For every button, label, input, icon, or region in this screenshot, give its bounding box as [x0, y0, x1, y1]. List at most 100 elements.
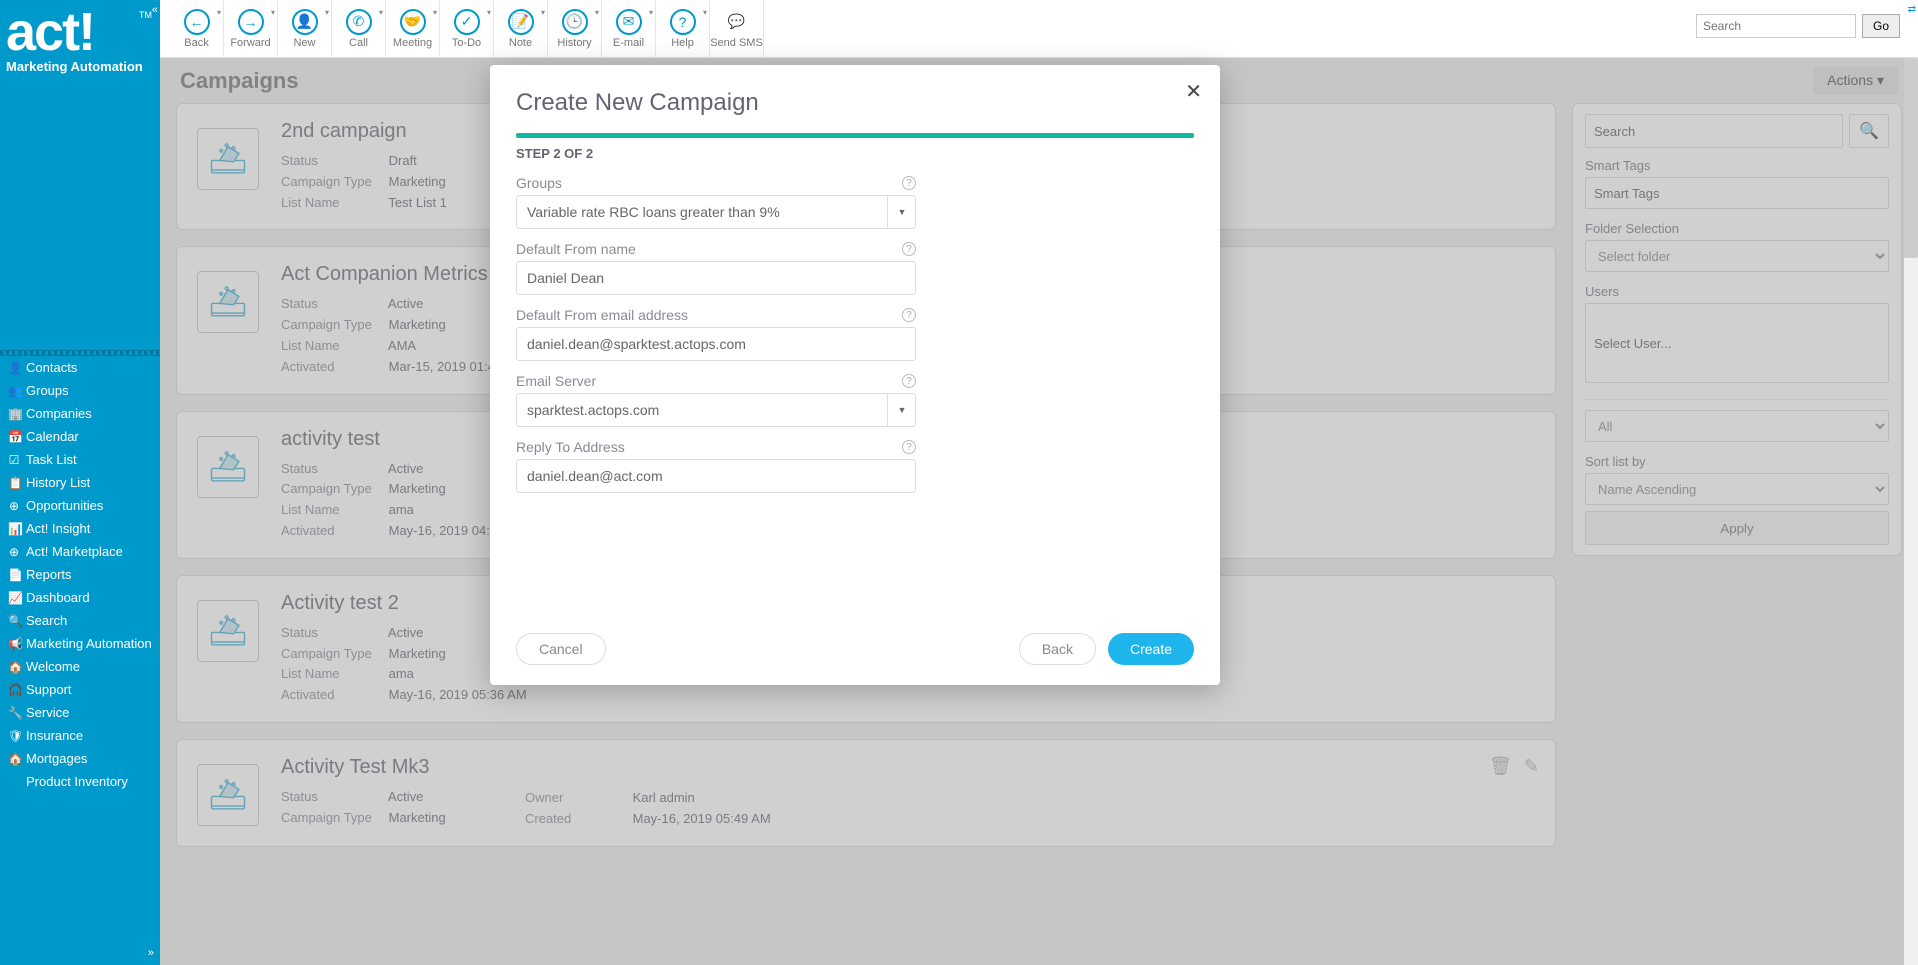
nav-item-product-inventory[interactable]: Product Inventory — [0, 770, 160, 793]
dropdown-icon: ▾ — [703, 8, 707, 17]
toolbar-toggle-icon[interactable]: ⇄ — [1908, 4, 1916, 15]
nav-item-mortgages[interactable]: 🏠 Mortgages — [0, 747, 160, 770]
scrollbar-thumb[interactable] — [1904, 58, 1918, 258]
toolbar-label: History — [557, 37, 591, 49]
cancel-button[interactable]: Cancel — [516, 633, 606, 665]
toolbar-forward[interactable]: →Forward▾ — [224, 0, 278, 58]
help-icon[interactable]: ? — [902, 308, 916, 322]
nav-label: Marketing Automation — [26, 636, 152, 651]
back-icon: ← — [184, 9, 210, 35]
toolbar-to-do[interactable]: ✓To-Do▾ — [440, 0, 494, 58]
nav-item-reports[interactable]: 📄Reports — [0, 563, 160, 586]
nav-icon: 📊 — [8, 522, 20, 536]
nav-icon: 📈 — [8, 591, 20, 605]
groups-label: Groups — [516, 175, 562, 191]
toolbar-send-sms[interactable]: 💬Send SMS — [710, 0, 764, 58]
toolbar-meeting[interactable]: 🤝Meeting▾ — [386, 0, 440, 58]
global-search-input[interactable] — [1696, 14, 1856, 38]
nav-list: 👤Contacts 👥 Groups 🏢 Companies 📅 Calendar ☑Task… — [0, 356, 160, 793]
go-button[interactable]: Go — [1862, 14, 1900, 38]
nav-item-companies[interactable]: 🏢 Companies — [0, 402, 160, 425]
nav-item-support[interactable]: 🎧Support — [0, 678, 160, 701]
toolbar-label: To-Do — [452, 37, 481, 49]
dropdown-icon: ▾ — [379, 8, 383, 17]
nav-item-groups[interactable]: 👥 Groups — [0, 379, 160, 402]
nav-item-calendar[interactable]: 📅 Calendar — [0, 425, 160, 448]
nav-icon: 👥 — [8, 384, 20, 398]
nav-icon: ⊕ — [8, 545, 20, 559]
help-icon[interactable]: ? — [902, 440, 916, 454]
nav-icon: 📅 — [8, 430, 20, 444]
dropdown-icon: ▾ — [433, 8, 437, 17]
nav-label: Dashboard — [26, 590, 90, 605]
help-icon[interactable]: ? — [902, 176, 916, 190]
back-button[interactable]: Back — [1019, 633, 1096, 665]
nav-label: Service — [26, 705, 69, 720]
from-name-input[interactable] — [516, 261, 916, 295]
nav-item-service[interactable]: 🔧Service — [0, 701, 160, 724]
nav-item-welcome[interactable]: 🏠Welcome — [0, 655, 160, 678]
toolbar-label: New — [293, 37, 315, 49]
email-server-label: Email Server — [516, 373, 596, 389]
nav-label: Act! Insight — [26, 521, 90, 536]
nav-icon: 📄 — [8, 568, 20, 582]
toolbar-label: Send SMS — [710, 37, 763, 49]
sidebar-expand-icon[interactable]: » — [148, 947, 154, 959]
toolbar-note[interactable]: 📝Note▾ — [494, 0, 548, 58]
toolbar-new[interactable]: 👤 New ▾ — [278, 0, 332, 58]
logo-text: act! — [6, 8, 150, 57]
nav-label: Welcome — [26, 659, 80, 674]
toolbar-help[interactable]: ?Help▾ — [656, 0, 710, 58]
modal-close-button[interactable]: ✕ — [1185, 79, 1202, 104]
help-icon[interactable]: ? — [902, 242, 916, 256]
from-email-input[interactable] — [516, 327, 916, 361]
toolbar-label: Back — [184, 37, 208, 49]
create-button[interactable]: Create — [1108, 633, 1194, 665]
toolbar-label: Forward — [230, 37, 270, 49]
new-icon: 👤 — [292, 9, 318, 35]
toolbar-search-area: Go — [1696, 14, 1900, 38]
nav-item-search[interactable]: 🔍 Search — [0, 609, 160, 632]
create-campaign-modal: Create New Campaign ✕ STEP 2 OF 2 Groups… — [490, 65, 1220, 685]
dropdown-icon: ▾ — [541, 8, 545, 17]
reply-to-label: Reply To Address — [516, 439, 625, 455]
nav-item-marketing-automation[interactable]: 📢 Marketing Automation — [0, 632, 160, 655]
reply-to-input[interactable] — [516, 459, 916, 493]
toolbar-history[interactable]: 🕒History▾ — [548, 0, 602, 58]
nav-item-act-insight[interactable]: 📊 Act! Insight — [0, 517, 160, 540]
dropdown-icon: ▾ — [487, 8, 491, 17]
e-mail-icon: ✉ — [616, 9, 642, 35]
nav-icon: 🔍 — [8, 614, 20, 628]
nav-label: Companies — [26, 406, 92, 421]
nav-label: Mortgages — [26, 751, 87, 766]
nav-icon: 🏢 — [8, 407, 20, 421]
nav-label: Support — [26, 682, 72, 697]
dropdown-icon: ▾ — [649, 8, 653, 17]
nav-label: Groups — [26, 383, 69, 398]
help-icon[interactable]: ? — [902, 374, 916, 388]
nav-item-history-list[interactable]: 📋History List — [0, 471, 160, 494]
nav-item-insurance[interactable]: 🛡Insurance — [0, 724, 160, 747]
nav-item-act-marketplace[interactable]: ⊕Act! Marketplace — [0, 540, 160, 563]
dropdown-icon: ▾ — [595, 8, 599, 17]
from-email-label: Default From email address — [516, 307, 688, 323]
groups-select[interactable] — [516, 195, 916, 229]
nav-icon: 📋 — [8, 476, 20, 490]
email-server-select[interactable] — [516, 393, 916, 427]
nav-item-task-list[interactable]: ☑Task List — [0, 448, 160, 471]
nav-item-contacts[interactable]: 👤Contacts — [0, 356, 160, 379]
toolbar-call[interactable]: ✆Call▾ — [332, 0, 386, 58]
nav-icon: ☑ — [8, 453, 20, 467]
toolbar-back[interactable]: ←Back▾ — [170, 0, 224, 58]
scrollbar[interactable] — [1904, 58, 1918, 965]
nav-icon: 🏠 — [8, 752, 20, 766]
nav-label: Calendar — [26, 429, 79, 444]
toolbar-e-mail[interactable]: ✉E-mail▾ — [602, 0, 656, 58]
logo: act! TM Marketing Automation — [0, 0, 160, 90]
nav-item-opportunities[interactable]: ⊕Opportunities — [0, 494, 160, 517]
nav-icon: 📢 — [8, 637, 20, 651]
dropdown-icon: ▾ — [325, 8, 329, 17]
nav-label: Search — [26, 613, 67, 628]
toolbar-label: Meeting — [393, 37, 432, 49]
nav-item-dashboard[interactable]: 📈 Dashboard — [0, 586, 160, 609]
